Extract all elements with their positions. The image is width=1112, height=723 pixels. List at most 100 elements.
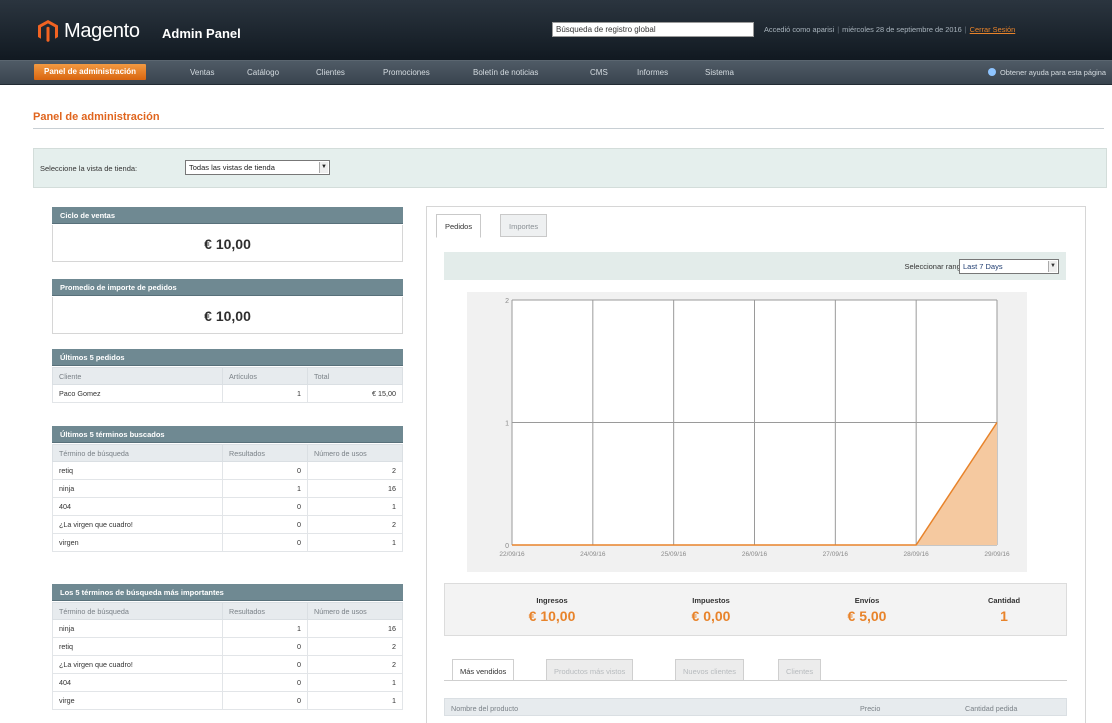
global-search-input[interactable] <box>552 22 754 37</box>
tab-orders[interactable]: Pedidos <box>436 214 482 238</box>
cell: 1 <box>307 533 403 552</box>
last-searches-table: Término de búsqueda Resultados Número de… <box>52 444 403 552</box>
cell: 2 <box>307 655 403 674</box>
logo-text: Magento <box>64 20 140 42</box>
cell: retiq <box>52 461 223 480</box>
cell: ¿La virgen que cuadro! <box>52 515 223 534</box>
cell: 0 <box>222 691 308 710</box>
nav-catalog[interactable]: Catálogo <box>247 68 279 77</box>
title-divider <box>33 128 1104 129</box>
total-quantity: Cantidad 1 <box>987 596 1021 624</box>
logged-in-text: Accedió como aparisi <box>764 25 835 34</box>
table-header-row: Término de búsqueda Resultados Número de… <box>52 602 403 620</box>
table-row[interactable]: ¿La virgen que cuadro! 0 2 <box>52 515 403 534</box>
cell: 16 <box>307 479 403 498</box>
nav-sales[interactable]: Ventas <box>190 68 214 77</box>
nav-newsletter[interactable]: Boletín de noticias <box>473 68 538 77</box>
average-orders-header: Promedio de importe de pedidos <box>52 279 403 296</box>
cell: 1 <box>307 497 403 516</box>
last-orders-table: Cliente Artículos Total Paco Gomez 1 € 1… <box>52 367 403 403</box>
nav-cms[interactable]: CMS <box>590 68 608 77</box>
table-row[interactable]: retiq 0 2 <box>52 461 403 480</box>
table-row[interactable]: 404 0 1 <box>52 673 403 692</box>
cell: 0 <box>222 673 308 692</box>
column-header[interactable]: Nombre del producto <box>451 704 518 713</box>
table-header-row: Cliente Artículos Total <box>52 367 403 385</box>
table-row[interactable]: ¿La virgen que cuadro! 0 2 <box>52 655 403 674</box>
tab-amounts[interactable]: Importes <box>500 214 548 237</box>
x-tick-label: 29/09/16 <box>984 551 1010 558</box>
orders-chart: 0 1 2 22/09/16 24/09/16 25/09/16 26/09/16 27/09… <box>467 292 1027 572</box>
table-row[interactable]: retiq 0 2 <box>52 637 403 656</box>
x-tick-label: 27/09/16 <box>823 551 849 558</box>
tab-new-customers[interactable]: Nuevos clientes <box>675 659 744 681</box>
header-links: Accedió como aparisi | miércoles 28 de sep… <box>764 25 1016 34</box>
range-label: Seleccionar rango: <box>904 262 967 271</box>
cell: 0 <box>222 497 308 516</box>
column-header[interactable]: Artículos <box>222 367 308 385</box>
y-tick-label: 2 <box>505 298 509 305</box>
x-tick-label: 25/09/16 <box>661 551 687 558</box>
cell: ninja <box>52 479 223 498</box>
column-header[interactable]: Resultados <box>222 444 308 462</box>
table-row[interactable]: ninja 1 16 <box>52 479 403 498</box>
product-table-header: Nombre del producto Precio Cantidad pedi… <box>444 698 1067 716</box>
column-header[interactable]: Término de búsqueda <box>52 602 223 620</box>
nav-reports[interactable]: Informes <box>637 68 668 77</box>
column-header[interactable]: Cantidad pedida <box>965 704 1017 713</box>
last-orders-header: Últimos 5 pedidos <box>52 349 403 366</box>
column-header[interactable]: Término de búsqueda <box>52 444 223 462</box>
nav-promotions[interactable]: Promociones <box>383 68 430 77</box>
cell: 0 <box>222 533 308 552</box>
table-row[interactable]: ninja 1 16 <box>52 619 403 638</box>
column-header[interactable]: Precio <box>860 704 880 713</box>
logout-link[interactable]: Cerrar Sesión <box>970 25 1016 34</box>
help-link[interactable]: Obtener ayuda para esta página <box>987 68 1106 77</box>
cell: 1 <box>307 691 403 710</box>
cell: 1 <box>222 479 308 498</box>
chevron-down-icon: ▼ <box>1048 261 1057 272</box>
table-header-row: Término de búsqueda Resultados Número de… <box>52 444 403 462</box>
chevron-down-icon: ▼ <box>319 162 328 173</box>
column-header[interactable]: Número de usos <box>307 444 403 462</box>
cell: ¿La virgen que cuadro! <box>52 655 223 674</box>
cell: 2 <box>307 637 403 656</box>
cell: virge <box>52 691 223 710</box>
nav-customers[interactable]: Clientes <box>316 68 345 77</box>
tab-most-viewed[interactable]: Productos más vistos <box>546 659 634 681</box>
cell: retiq <box>52 637 223 656</box>
logo-subtitle: Admin Panel <box>162 26 241 41</box>
x-tick-label: 28/09/16 <box>904 551 930 558</box>
date-text: miércoles 28 de septiembre de 2016 <box>842 25 962 34</box>
column-header[interactable]: Total <box>307 367 403 385</box>
cell: 0 <box>222 461 308 480</box>
cell: 404 <box>52 673 223 692</box>
column-header[interactable]: Número de usos <box>307 602 403 620</box>
cell: 0 <box>222 637 308 656</box>
x-tick-label: 26/09/16 <box>742 551 768 558</box>
total-revenue: Ingresos € 10,00 <box>528 596 576 624</box>
store-switcher-bar: Seleccione la vista de tienda: Todas las… <box>33 148 1107 188</box>
tabs-divider <box>444 680 1067 681</box>
nav-dashboard[interactable]: Panel de administración <box>34 64 147 80</box>
page-title: Panel de administración <box>33 111 160 123</box>
range-select[interactable]: Last 7 Days ▼ <box>959 259 1059 274</box>
top-searches-table: Término de búsqueda Resultados Número de… <box>52 602 403 710</box>
y-tick-label: 1 <box>505 421 509 428</box>
total-shipping: Envíos € 5,00 <box>847 596 887 624</box>
column-header[interactable]: Cliente <box>52 367 223 385</box>
table-row[interactable]: 404 0 1 <box>52 497 403 516</box>
average-orders-value: € 10,00 <box>52 297 403 334</box>
tab-bestsellers[interactable]: Más vendidos <box>452 659 515 681</box>
table-row[interactable]: virgen 0 1 <box>52 533 403 552</box>
table-row[interactable]: Paco Gomez 1 € 15,00 <box>52 384 403 403</box>
help-icon <box>987 68 996 76</box>
cell: 1 <box>307 673 403 692</box>
cell: 2 <box>307 515 403 534</box>
tab-customers[interactable]: Clientes <box>778 659 822 681</box>
total-tax: Impuestos € 0,00 <box>691 596 731 624</box>
table-row[interactable]: virge 0 1 <box>52 691 403 710</box>
column-header[interactable]: Resultados <box>222 602 308 620</box>
nav-system[interactable]: Sistema <box>705 68 734 77</box>
store-switcher-select[interactable]: Todas las vistas de tienda ▼ <box>185 160 330 175</box>
